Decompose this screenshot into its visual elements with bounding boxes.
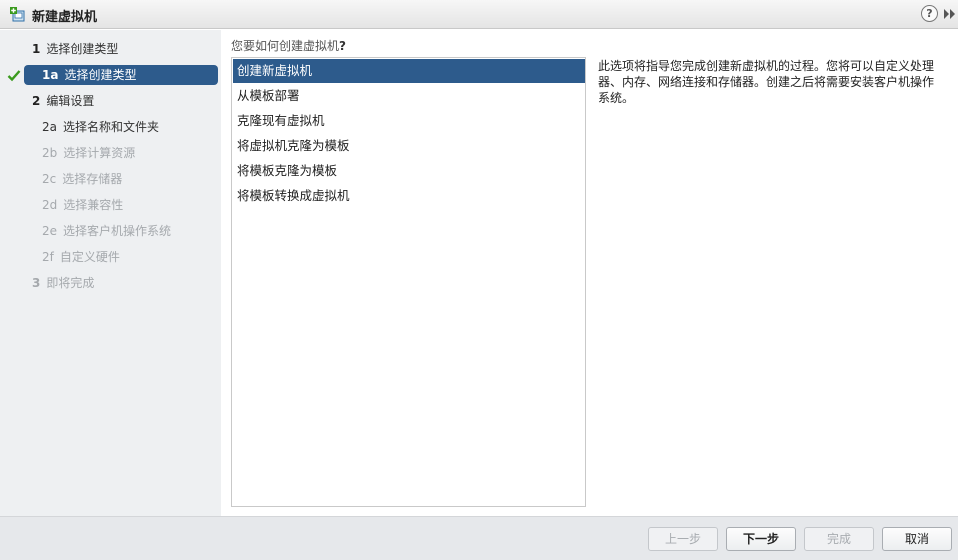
wizard-step-2[interactable]: 2 编辑设置 (32, 91, 94, 111)
help-icon[interactable]: ? (921, 5, 938, 22)
check-icon (7, 70, 21, 82)
creation-type-list: 创建新虚拟机 从模板部署 克隆现有虚拟机 将虚拟机克隆为模板 将模板克隆为模板 … (231, 57, 586, 507)
option-clone-template-to-template[interactable]: 将模板克隆为模板 (233, 159, 585, 183)
wizard-step-3: 3 即将完成 (32, 276, 95, 290)
double-chevron-right-icon[interactable] (943, 8, 956, 20)
wizard-step-2b: 2b 选择计算资源 (42, 146, 136, 160)
option-description: 此选项将指导您完成创建新虚拟机的过程。您将可以自定义处理器、内存、网络连接和存储… (598, 59, 935, 105)
wizard-step-1a[interactable]: 1a 选择创建类型 (24, 65, 218, 85)
window-title: 新建虚拟机 (32, 10, 98, 25)
creation-type-question: 您要如何创建虚拟机? (231, 39, 346, 53)
option-clone-vm[interactable]: 克隆现有虚拟机 (233, 109, 585, 133)
option-clone-vm-to-template[interactable]: 将虚拟机克隆为模板 (233, 134, 585, 158)
back-button[interactable]: 上一步 (648, 527, 718, 551)
wizard-step-2d: 2d 选择兼容性 (42, 198, 124, 212)
cancel-button[interactable]: 取消 (882, 527, 952, 551)
wizard-step-2a[interactable]: 2a 选择名称和文件夹 (42, 117, 159, 137)
next-button[interactable]: 下一步 (726, 527, 796, 551)
wizard-step-2e: 2e 选择客户机操作系统 (42, 224, 172, 238)
option-convert-template-to-vm[interactable]: 将模板转换成虚拟机 (233, 184, 585, 208)
new-vm-icon (10, 7, 25, 22)
option-create-new-vm[interactable]: 创建新虚拟机 (233, 59, 585, 83)
title-bar: 新建虚拟机 ? (0, 0, 958, 29)
option-deploy-from-template[interactable]: 从模板部署 (233, 84, 585, 108)
wizard-step-2f: 2f 自定义硬件 (42, 250, 120, 264)
finish-button[interactable]: 完成 (804, 527, 874, 551)
wizard-step-2c: 2c 选择存储器 (42, 172, 123, 186)
wizard-footer: 上一步 下一步 完成 取消 (0, 516, 958, 560)
wizard-step-1[interactable]: 1 选择创建类型 (32, 39, 118, 59)
wizard-steps-sidebar: 1 选择创建类型 1a 选择创建类型 2 编辑设置 2a 选择名称和文件夹 2b 选择计算… (0, 30, 221, 516)
